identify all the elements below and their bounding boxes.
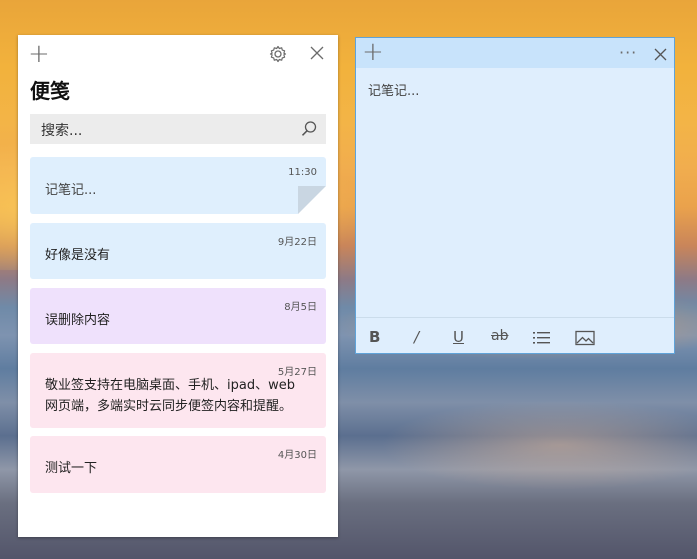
strikethrough-button[interactable]: ab bbox=[491, 328, 508, 344]
note-text: 敬业签支持在电脑桌面、手机、ipad、web 网页端，多端实时云同步便签内容和提… bbox=[45, 375, 295, 417]
image-icon[interactable] bbox=[575, 330, 595, 346]
toolbar-divider bbox=[356, 317, 674, 318]
bullet-list-icon[interactable] bbox=[532, 330, 552, 346]
note-card[interactable]: 8月5日 误删除内容 bbox=[30, 288, 326, 344]
search-placeholder: 搜索... bbox=[41, 123, 83, 139]
note-text: 误删除内容 bbox=[45, 313, 111, 328]
note-text-line: 网页端，多端实时云同步便签内容和提醒。 bbox=[45, 399, 293, 414]
underline-button[interactable]: U bbox=[453, 328, 464, 346]
note-text: 记笔记... bbox=[45, 183, 97, 198]
page-fold-corner bbox=[298, 186, 326, 214]
search-input[interactable]: 搜索... bbox=[30, 114, 326, 144]
gear-icon[interactable] bbox=[268, 44, 288, 64]
note-date: 11:30 bbox=[288, 167, 317, 178]
note-text: 好像是没有 bbox=[45, 248, 111, 263]
close-icon[interactable] bbox=[653, 45, 668, 61]
note-text-line: 敬业签支持在电脑桌面、手机、ipad、web bbox=[45, 378, 295, 393]
sticky-notes-list-window: + 便笺 搜索... 11:30 记笔记... 9月22日 好像是没有 8月5日… bbox=[18, 35, 338, 537]
note-date: 4月30日 bbox=[277, 450, 317, 461]
note-card[interactable]: 9月22日 好像是没有 bbox=[30, 223, 326, 279]
note-card[interactable]: 11:30 记笔记... bbox=[30, 157, 326, 214]
italic-button[interactable]: / bbox=[414, 328, 419, 346]
plus-icon[interactable]: + bbox=[28, 41, 50, 67]
plus-icon[interactable]: + bbox=[362, 39, 384, 65]
note-date: 8月5日 bbox=[284, 302, 317, 313]
note-card[interactable]: 4月30日 测试一下 bbox=[30, 436, 326, 493]
close-icon[interactable] bbox=[309, 44, 325, 60]
note-editor-window: + ··· 记笔记... B / U ab bbox=[355, 37, 675, 354]
note-text: 测试一下 bbox=[45, 461, 98, 476]
note-editor-textarea[interactable]: 记笔记... bbox=[368, 80, 419, 99]
search-icon[interactable] bbox=[300, 120, 318, 138]
note-date: 9月22日 bbox=[277, 237, 317, 248]
note-card[interactable]: 5月27日 敬业签支持在电脑桌面、手机、ipad、web 网页端，多端实时云同步… bbox=[30, 353, 326, 428]
editor-title-bar[interactable]: + ··· bbox=[356, 38, 674, 68]
more-menu-button[interactable]: ··· bbox=[619, 42, 637, 64]
page-title: 便笺 bbox=[30, 79, 70, 103]
bold-button[interactable]: B bbox=[369, 328, 380, 346]
